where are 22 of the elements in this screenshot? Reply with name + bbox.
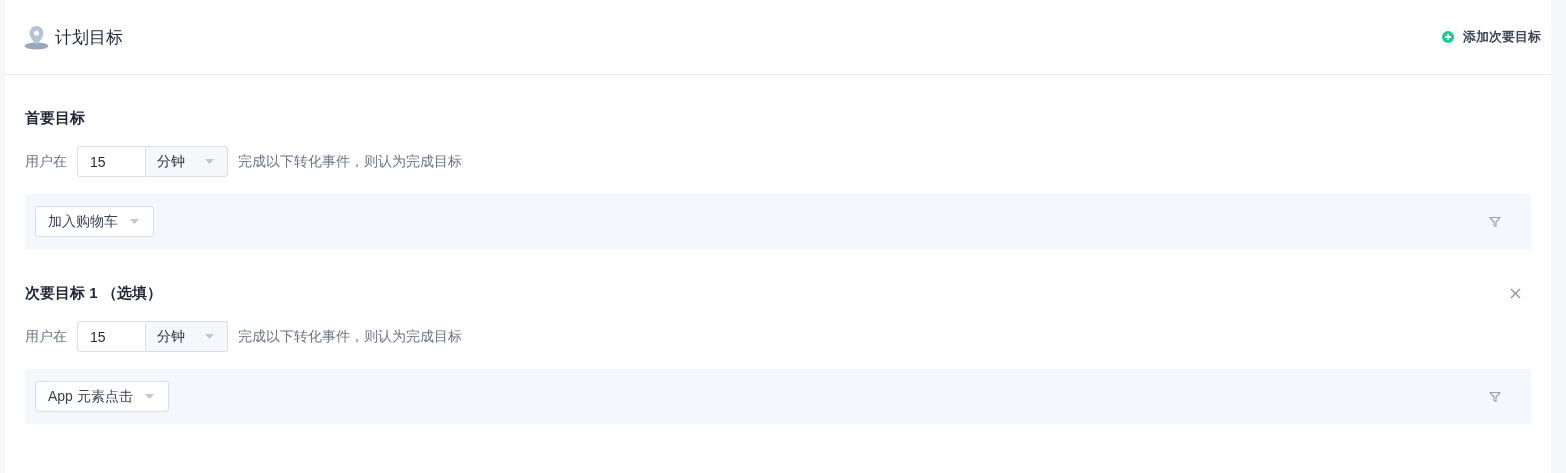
condition-text: 完成以下转化事件，则认为完成目标 xyxy=(238,152,462,171)
section-title: 首要目标 xyxy=(25,108,85,128)
caret-icon xyxy=(205,159,214,164)
caret-icon xyxy=(130,219,139,224)
panel-title: 计划目标 xyxy=(55,26,123,49)
filter-icon[interactable] xyxy=(1489,390,1501,403)
unit-select[interactable]: 分钟 xyxy=(146,321,228,352)
event-select[interactable]: 加入购物车 xyxy=(35,206,154,237)
duration-input[interactable]: 15 xyxy=(77,146,146,177)
condition-label: 用户在 xyxy=(25,152,67,171)
caret-icon xyxy=(205,334,214,339)
caret-icon xyxy=(144,394,154,399)
section-title: 次要目标 1 （选填） xyxy=(25,283,162,303)
condition-label: 用户在 xyxy=(25,327,67,346)
plus-circle-icon xyxy=(1442,31,1454,43)
event-select[interactable]: App 元素点击 xyxy=(35,381,169,412)
duration-input[interactable]: 15 xyxy=(77,321,146,352)
filter-icon[interactable] xyxy=(1489,215,1501,228)
condition-text: 完成以下转化事件，则认为完成目标 xyxy=(238,327,462,346)
unit-select[interactable]: 分钟 xyxy=(146,146,228,177)
location-pin-icon xyxy=(24,24,49,50)
add-goal-button[interactable]: 添加次要目标 xyxy=(1442,28,1541,46)
